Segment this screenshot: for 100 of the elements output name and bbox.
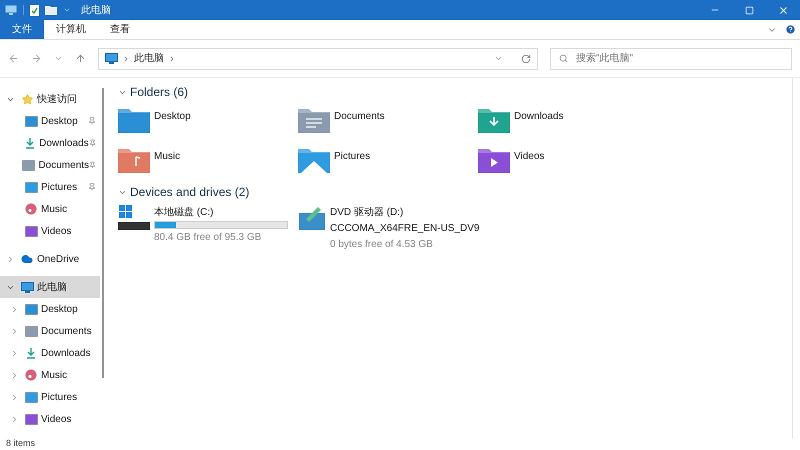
forward-icon[interactable]: [31, 53, 42, 64]
caret-icon[interactable]: [63, 6, 71, 14]
picture-icon: [24, 182, 38, 192]
drive-icon: [118, 205, 150, 231]
music-icon: [25, 369, 37, 381]
sidebar-item[interactable]: Videos: [0, 408, 100, 430]
ribbon-tab[interactable]: 计算机: [44, 20, 98, 39]
back-icon[interactable]: [8, 53, 19, 64]
sidebar-label: 快速访问: [37, 92, 77, 106]
dvd-drive-icon: [298, 205, 326, 231]
ribbon-tab[interactable]: 文件: [0, 20, 44, 39]
group-heading: Folders (6): [130, 84, 188, 101]
group-heading: Devices and drives (2): [130, 184, 250, 201]
sidebar-item[interactable]: Music: [0, 364, 100, 386]
chevron-right-icon[interactable]: [122, 54, 130, 62]
sidebar-item[interactable]: Desktop: [0, 110, 100, 132]
drive-detail: 0 bytes free of 4.53 GB: [330, 238, 434, 252]
computer-icon: [20, 282, 34, 292]
desktop-icon: [24, 304, 38, 314]
drive-label: 本地磁盘 (C:): [154, 206, 214, 220]
refresh-icon[interactable]: [521, 54, 531, 64]
sidebar-label: Music: [41, 202, 68, 216]
video-icon: [24, 226, 38, 236]
download-icon: [24, 137, 36, 149]
folder-label: Pictures: [334, 150, 370, 164]
sidebar-item[interactable]: Desktop: [0, 298, 100, 320]
documents-folder-icon: [298, 107, 330, 133]
picture-icon: [24, 392, 38, 402]
sidebar-label: Videos: [41, 224, 72, 238]
folder-icon: [118, 107, 150, 133]
pictures-folder-icon: [298, 147, 330, 173]
download-icon: [25, 347, 37, 359]
drive-tile[interactable]: 本地磁盘 (C:) 80.4 GB free of 95.3 GB: [118, 205, 298, 252]
address-segment[interactable]: 此电脑: [134, 51, 164, 66]
folder-label: Documents: [334, 110, 385, 124]
sidebar-label: Downloads: [41, 346, 90, 360]
drive-tile[interactable]: DVD 驱动器 (D:) CCCOMA_X64FRE_EN-US_DV9 0 bytes free of 4.53 GB: [298, 205, 538, 252]
sidebar-label: Videos: [41, 412, 72, 426]
folder-tile[interactable]: Documents: [298, 107, 478, 133]
folder-tile[interactable]: Downloads: [478, 107, 658, 133]
downloads-folder-icon: [478, 107, 510, 133]
sidebar-item[interactable]: Downloads: [0, 132, 100, 154]
search-input[interactable]: 搜索"此电脑": [576, 51, 783, 66]
folder-label: Desktop: [154, 110, 191, 124]
sidebar-item[interactable]: Music: [0, 198, 100, 220]
sidebar-label: Documents: [38, 158, 90, 172]
cloud-icon: [21, 253, 33, 265]
sidebar-label: Desktop: [41, 114, 78, 128]
close-icon: [778, 4, 788, 16]
up-icon[interactable]: [75, 53, 86, 64]
chevron-right-icon[interactable]: [168, 54, 176, 62]
sidebar-label: Downloads: [39, 136, 89, 150]
sidebar-item[interactable]: Pictures: [0, 176, 100, 198]
dropdown-icon[interactable]: [494, 54, 503, 63]
music-folder-icon: [118, 147, 150, 173]
sidebar-item[interactable]: Pictures: [0, 386, 100, 408]
videos-folder-icon: [478, 147, 510, 173]
sidebar-item[interactable]: Downloads: [0, 342, 100, 364]
maximize-icon: [744, 6, 754, 14]
sidebar-item[interactable]: Documents: [0, 154, 100, 176]
folder-label: Downloads: [514, 110, 564, 124]
computer-icon: [5, 5, 17, 15]
sidebar-label: Pictures: [41, 390, 78, 404]
item-count: 8 items: [6, 437, 36, 450]
sidebar-label: Desktop: [41, 302, 78, 316]
properties-icon: [30, 4, 39, 16]
ribbon-tab[interactable]: 查看: [98, 20, 142, 39]
sidebar-label: Music: [41, 368, 68, 382]
volume-label: CCCOMA_X64FRE_EN-US_DV9: [330, 222, 480, 236]
search-icon: [559, 54, 568, 63]
folder-tile[interactable]: Videos: [478, 147, 658, 173]
folder-label: Videos: [514, 150, 544, 164]
sidebar-item[interactable]: 快速访问: [0, 88, 100, 110]
sidebar-label: 此电脑: [37, 280, 67, 294]
sidebar-label: OneDrive: [37, 252, 80, 266]
address-bar[interactable]: 此电脑: [98, 48, 538, 70]
star-icon: [22, 94, 32, 104]
sidebar-item[interactable]: 此电脑: [0, 276, 100, 298]
music-icon: [25, 203, 37, 215]
document-icon: [22, 160, 36, 170]
sidebar-item[interactable]: Documents: [0, 320, 100, 342]
sidebar-item[interactable]: Videos: [0, 220, 100, 242]
window-title: 此电脑: [81, 4, 111, 18]
sidebar-label: Documents: [41, 324, 92, 338]
video-icon: [24, 414, 38, 424]
drive-label: DVD 驱动器 (D:): [330, 206, 404, 220]
recent-locations-icon[interactable]: [54, 54, 63, 63]
drive-detail: 80.4 GB free of 95.3 GB: [154, 231, 262, 245]
folder-icon: [45, 5, 57, 15]
desktop-icon: [24, 116, 38, 126]
computer-icon: [105, 53, 118, 64]
sidebar-item[interactable]: OneDrive: [0, 248, 100, 270]
document-icon: [24, 326, 38, 336]
help-icon[interactable]: [785, 24, 796, 35]
folder-tile[interactable]: Desktop: [118, 107, 298, 133]
sidebar-label: Pictures: [41, 180, 78, 194]
folder-tile[interactable]: Pictures: [298, 147, 478, 173]
search-field[interactable]: 搜索"此电脑": [550, 48, 792, 70]
folder-label: Music: [154, 150, 180, 164]
folder-tile[interactable]: Music: [118, 147, 298, 173]
